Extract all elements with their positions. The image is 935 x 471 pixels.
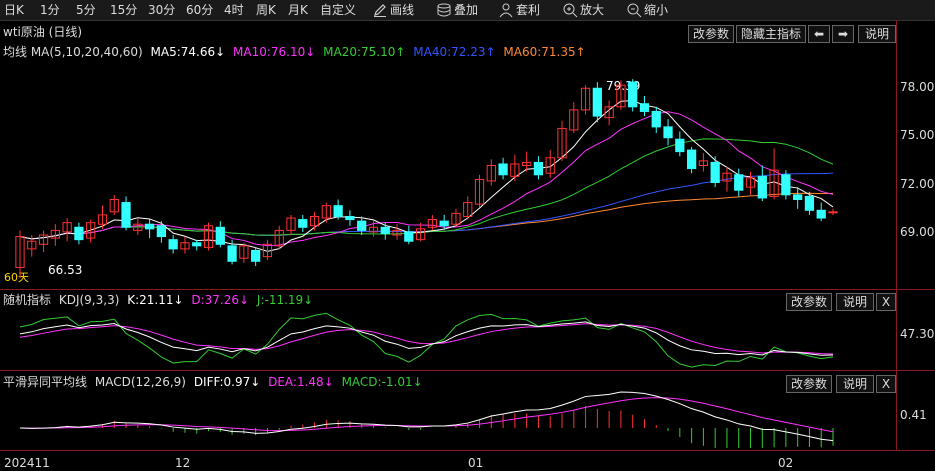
candle-body xyxy=(628,81,638,108)
candle-body xyxy=(816,209,826,219)
candle-body xyxy=(74,226,84,241)
candle-body xyxy=(686,149,697,170)
candle-body xyxy=(734,174,744,191)
candle-body xyxy=(404,231,414,242)
candle-body xyxy=(333,205,343,217)
candle-body xyxy=(533,161,544,176)
candle-body xyxy=(357,220,367,231)
candle-body xyxy=(828,211,838,214)
candle-body xyxy=(298,219,308,228)
candle-body xyxy=(639,103,650,112)
candle-body xyxy=(793,194,803,200)
candle-body xyxy=(439,220,449,227)
candle-body xyxy=(227,245,237,262)
candle-body xyxy=(380,226,390,234)
candle-body xyxy=(144,223,155,230)
candle-body xyxy=(663,126,673,139)
kdj-j-line xyxy=(19,312,834,368)
candle-body xyxy=(251,249,261,262)
candle-body xyxy=(156,225,167,238)
candle-body xyxy=(804,195,815,211)
candle-body xyxy=(710,161,720,183)
candle-body xyxy=(675,138,685,153)
candle-body xyxy=(168,239,178,250)
candle-body xyxy=(345,215,355,221)
candle-body xyxy=(498,163,508,176)
candle-body xyxy=(215,226,225,245)
candle-body xyxy=(757,175,767,199)
macd-diff-line xyxy=(19,391,834,442)
candle-body xyxy=(592,87,602,117)
candle-body xyxy=(121,202,131,228)
price-chart[interactable] xyxy=(0,0,935,471)
candle-body xyxy=(781,174,791,196)
candle-body xyxy=(192,242,202,247)
candle-body xyxy=(651,110,661,128)
